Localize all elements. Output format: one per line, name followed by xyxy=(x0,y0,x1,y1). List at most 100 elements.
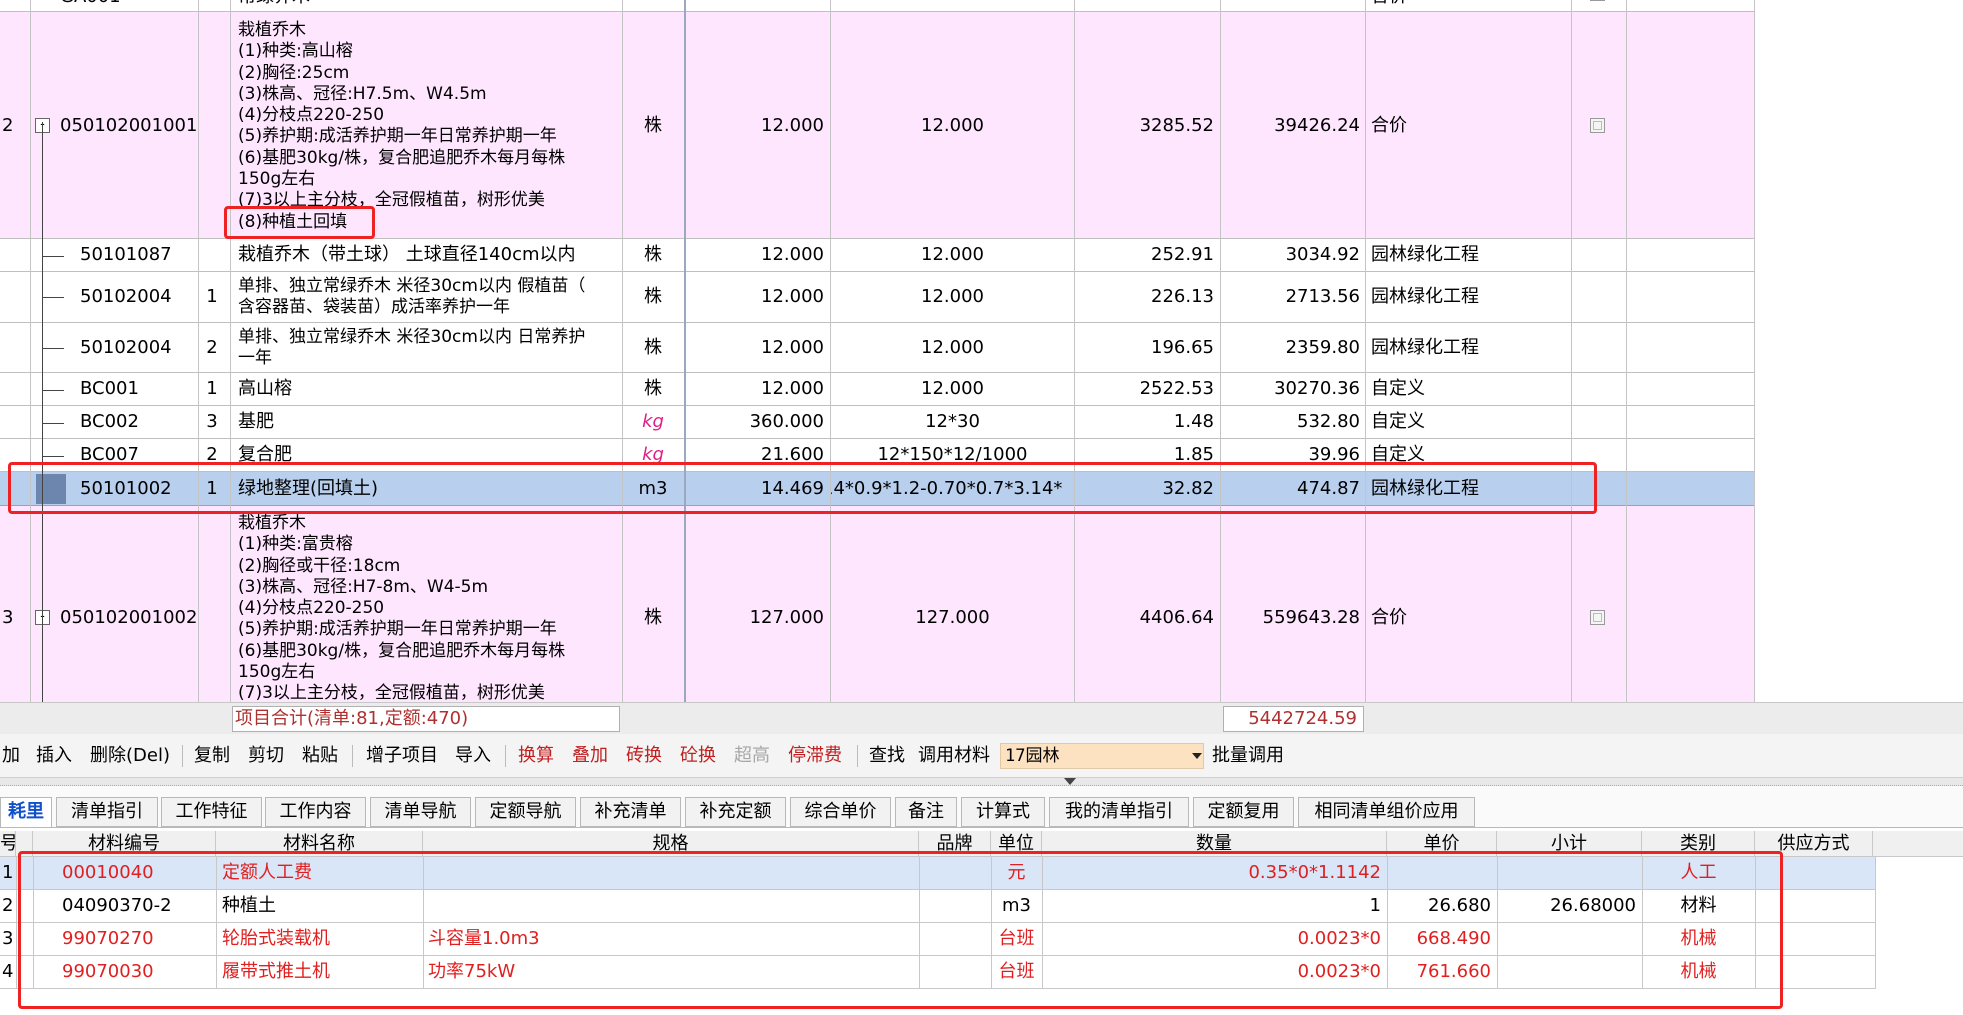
list-item-1[interactable]: 1 00010040 定额人工费 元 0.35*0*1.1142 人工 xyxy=(0,857,1876,890)
row-unit-price: 2522.53 xyxy=(1139,378,1214,399)
row-qty[interactable]: 0.0023*0 xyxy=(1042,928,1387,950)
delete-button[interactable]: 删除(Del) xyxy=(90,745,170,767)
row-qty[interactable]: 0.0023*0 xyxy=(1042,961,1387,983)
table-row-selected[interactable]: 50101002 1 绿地整理(回填土) m3 14.469 14*0.9*1.… xyxy=(0,472,1755,506)
table-row-sub-2[interactable]: 50102004 1 单排、独立常绿乔木 米径30cm以内 假植苗（ 含容器苗、… xyxy=(0,272,1755,323)
paste-button[interactable]: 粘贴 xyxy=(302,745,338,767)
tab-notes[interactable]: 备注 xyxy=(895,797,957,827)
table-row-sub-4[interactable]: BC001 1 高山榕 株 12.000 12.000 2522.53 3027… xyxy=(0,373,1755,406)
row-spec: 功率75kW xyxy=(428,961,516,982)
row-checkbox[interactable] xyxy=(1590,118,1605,133)
tab-same-list-pricing[interactable]: 相同清单组价应用 xyxy=(1298,797,1475,827)
table-row-sub-1[interactable]: 50101087 栽植乔木（带土球） 土球直径140cm以内 株 12.000 … xyxy=(0,239,1755,272)
tab-materials[interactable]: 耗里 xyxy=(0,797,52,827)
table-row-3[interactable]: 3 - 050102001002 栽植乔木 (1)种类:富贵榕 (2)胸径或干径… xyxy=(0,506,1755,703)
summary-label-box: 项目合计(清单:81,定额:470) xyxy=(232,706,620,732)
row-indicator xyxy=(36,474,66,504)
tab-formula[interactable]: 计算式 xyxy=(961,797,1045,827)
brick-convert-button[interactable]: 砖换 xyxy=(626,745,662,767)
tab-supplement-quota[interactable]: 补充定额 xyxy=(685,797,786,827)
toolbar-separator xyxy=(857,745,858,767)
row-type: 自定义 xyxy=(1371,411,1425,432)
tab-work-features[interactable]: 工作特征 xyxy=(161,797,262,827)
tab-quota-nav[interactable]: 定额导航 xyxy=(475,797,576,827)
tab-list-guide[interactable]: 清单指引 xyxy=(56,797,158,827)
header-price[interactable]: 单价 xyxy=(1387,831,1497,857)
material-library-select[interactable]: 17园林 xyxy=(1000,743,1204,769)
import-button[interactable]: 导入 xyxy=(455,745,491,767)
header-seq[interactable]: 号 xyxy=(0,831,16,857)
row-checkbox[interactable] xyxy=(1590,610,1605,625)
table-row-sub-3[interactable]: 50102004 2 单排、独立常绿乔木 米径30cm以内 日常养护 一年 株 … xyxy=(0,323,1755,373)
row-qty: 12.000 xyxy=(761,115,824,136)
header-unit[interactable]: 单位 xyxy=(991,831,1042,857)
row-total: 2359.80 xyxy=(1285,337,1360,358)
header-name[interactable]: 材料名称 xyxy=(216,831,423,857)
list-item-3[interactable]: 3 99070270 轮胎式装载机 斗容量1.0m3 台班 0.0023*0 6… xyxy=(0,923,1876,956)
convert-button[interactable]: 换算 xyxy=(518,745,554,767)
row-category: 材料 xyxy=(1680,895,1717,916)
tab-composite-price[interactable]: 综合单价 xyxy=(790,797,891,827)
row-name: 种植土 xyxy=(222,895,276,916)
row-seq: 2 xyxy=(2,895,14,916)
row-name: 常绿乔木 xyxy=(238,0,310,8)
cut-button[interactable]: 剪切 xyxy=(248,745,284,767)
row-total: 532.80 xyxy=(1297,411,1360,432)
copy-button[interactable]: 复制 xyxy=(194,745,230,767)
stoppage-fee-button[interactable]: 停滞费 xyxy=(788,745,842,767)
add-button[interactable]: 加 xyxy=(2,745,20,767)
row-total: 559643.28 xyxy=(1262,607,1360,628)
tab-work-content[interactable]: 工作内容 xyxy=(265,797,366,827)
row-category: 机械 xyxy=(1680,928,1717,949)
row-code: BC001 xyxy=(80,378,139,399)
row-category: 机械 xyxy=(1680,961,1717,982)
row-checkbox[interactable] xyxy=(1590,0,1605,1)
row-count: 1 xyxy=(206,286,218,307)
list-item-2[interactable]: 2 04090370-2 种植土 m3 1 26.680 26.68000 材料 xyxy=(0,890,1876,923)
splitter-chevron-icon[interactable] xyxy=(1064,778,1076,785)
table-row-gA001[interactable]: GA001 常绿乔木 合价 xyxy=(0,0,1755,12)
row-code: 50101002 xyxy=(80,478,172,499)
row-total: 39.96 xyxy=(1308,444,1360,465)
row-price: 761.660 xyxy=(1416,961,1491,982)
tab-quota-reuse[interactable]: 定额复用 xyxy=(1193,797,1294,827)
concrete-convert-button[interactable]: 砼换 xyxy=(680,745,716,767)
add-sub-item-button[interactable]: 增子项目 xyxy=(366,745,438,767)
find-button[interactable]: 查找 xyxy=(869,745,905,767)
table-row-sub-6[interactable]: BC007 2 复合肥 kg 21.600 12*150*12/1000 1.8… xyxy=(0,439,1755,472)
row-name: 单排、独立常绿乔木 米径30cm以内 日常养护 一年 xyxy=(238,327,586,369)
header-category[interactable]: 类别 xyxy=(1642,831,1755,857)
header-qty[interactable]: 数量 xyxy=(1042,831,1387,857)
row-qty[interactable]: 0.35*0*1.1142 xyxy=(1042,862,1387,884)
row-unit-price: 3285.52 xyxy=(1139,115,1214,136)
summary-label: 项目合计(清单:81,定额:470) xyxy=(235,708,469,729)
call-material-button[interactable]: 调用材料 xyxy=(918,745,990,767)
row-count: 1 xyxy=(206,378,218,399)
chevron-down-icon[interactable] xyxy=(1192,753,1202,759)
row-qty[interactable]: 1 xyxy=(1042,895,1387,917)
header-supply[interactable]: 供应方式 xyxy=(1755,831,1873,857)
tab-my-list-guide[interactable]: 我的清单指引 xyxy=(1049,797,1189,827)
header-code[interactable]: 材料编号 xyxy=(33,831,216,857)
row-type: 园林绿化工程 xyxy=(1371,478,1479,499)
header-brand[interactable]: 品牌 xyxy=(919,831,991,857)
ultra-high-button[interactable]: 超高 xyxy=(734,745,770,767)
batch-call-button[interactable]: 批量调用 xyxy=(1212,745,1284,767)
header-spec[interactable]: 规格 xyxy=(423,831,919,857)
row-qty-expr[interactable]: 14*0.9*1.2-0.70*0.7*3.14* xyxy=(831,478,1074,500)
row-unit-price: 252.91 xyxy=(1151,244,1214,265)
row-type: 自定义 xyxy=(1371,378,1425,399)
row-qty-expr: 127.000 xyxy=(915,607,990,628)
panel-splitter[interactable] xyxy=(0,778,1963,786)
row-unit-price: 4406.64 xyxy=(1139,607,1214,628)
summary-bar: 项目合计(清单:81,定额:470) 5442724.59 xyxy=(0,702,1963,734)
table-row-2[interactable]: 2 - 050102001001 栽植乔木 (1)种类:高山榕 (2)胸径:25… xyxy=(0,12,1755,239)
table-row-sub-5[interactable]: BC002 3 基肥 kg 360.000 12*30 1.48 532.80 … xyxy=(0,406,1755,439)
tab-supplement-list[interactable]: 补充清单 xyxy=(580,797,681,827)
overlay-button[interactable]: 叠加 xyxy=(572,745,608,767)
insert-button[interactable]: 插入 xyxy=(36,745,72,767)
list-item-4[interactable]: 4 99070030 履带式推土机 功率75kW 台班 0.0023*0 761… xyxy=(0,956,1876,989)
tab-list-nav[interactable]: 清单导航 xyxy=(370,797,471,827)
header-subtotal[interactable]: 小计 xyxy=(1497,831,1642,857)
row-type: 园林绿化工程 xyxy=(1371,244,1479,265)
